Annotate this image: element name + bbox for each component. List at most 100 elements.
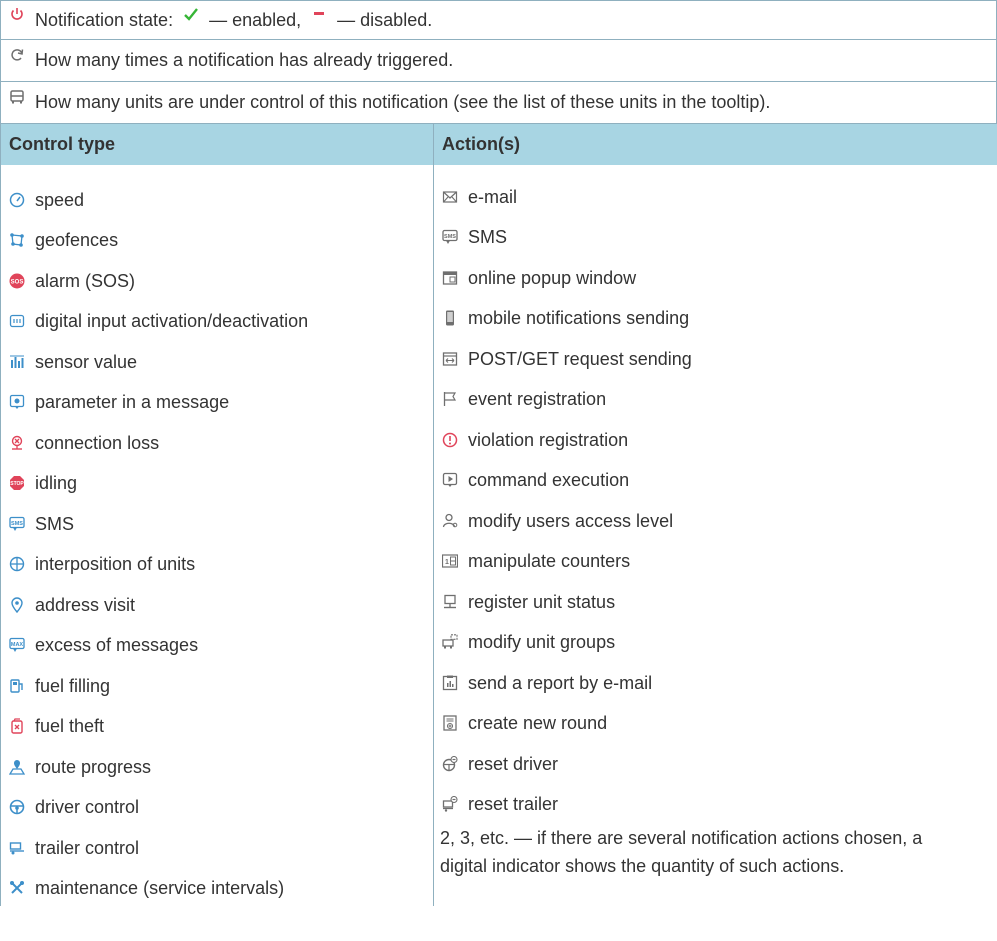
control-item-label: connection loss (35, 432, 160, 453)
sos-icon: SOS (9, 273, 25, 289)
action-item-reset-driver: reset driver (434, 741, 997, 782)
connection-loss-icon (9, 435, 25, 451)
control-item-sos: SOS alarm (SOS) (1, 258, 433, 299)
bus-icon (9, 89, 25, 105)
control-item-excess-messages: MAX excess of messages (1, 623, 433, 664)
action-item-label: modify unit groups (468, 632, 616, 652)
control-item-idling: STOP idling (1, 461, 433, 502)
action-item-label: modify users access level (468, 510, 674, 531)
control-item-address-visit: address visit (1, 582, 433, 623)
action-item-report: send a report by e-mail (434, 660, 997, 701)
control-item-driver-control: driver control (1, 785, 433, 826)
action-item-label: mobile notifications sending (468, 308, 690, 328)
actions-cell: e-mail SMS SMS online popup window mobil… (433, 165, 997, 906)
power-icon (9, 6, 25, 22)
reset-trailer-icon (442, 796, 458, 812)
action-item-event: event registration (434, 377, 997, 418)
map-pin-icon (9, 596, 25, 613)
geofence-icon (9, 232, 25, 248)
unit-status-icon (442, 594, 458, 610)
control-item-maintenance: maintenance (service intervals) (1, 866, 433, 907)
parameter-icon (9, 394, 25, 410)
mobile-icon (442, 310, 458, 326)
action-item-label: command execution (468, 470, 630, 490)
svg-text:SOS: SOS (11, 279, 24, 285)
envelope-icon (442, 189, 458, 205)
legend-row-triggered: How many times a notification has alread… (0, 40, 997, 82)
control-item-label: SMS (35, 513, 75, 534)
control-item-label: route progress (35, 756, 152, 777)
digital-input-icon (9, 313, 25, 329)
control-item-interposition: interposition of units (1, 542, 433, 583)
triggered-text: How many times a notification has alread… (35, 50, 454, 70)
popup-window-icon (442, 270, 458, 286)
action-item-popup: online popup window (434, 255, 997, 296)
control-item-route-progress: route progress (1, 744, 433, 785)
control-item-sms: SMS SMS (1, 501, 433, 542)
action-item-label: violation registration (468, 429, 629, 450)
units-text: How many units are under control of this… (35, 92, 771, 112)
action-item-unit-groups: modify unit groups (434, 620, 997, 661)
state-prefix: Notification state: (35, 9, 174, 30)
control-item-sensor: sensor value (1, 339, 433, 380)
unit-groups-icon (442, 634, 458, 650)
action-item-command: command execution (434, 458, 997, 499)
control-item-label: driver control (35, 797, 140, 817)
route-icon (9, 759, 25, 775)
legend-row-units: How many units are under control of this… (0, 82, 997, 124)
control-item-fuel-filling: fuel filling (1, 663, 433, 704)
action-item-unit-status: register unit status (434, 579, 997, 620)
user-icon (442, 513, 458, 529)
action-item-label: send a report by e-mail (468, 672, 653, 693)
svg-text:SMS: SMS (11, 521, 23, 527)
control-item-label: excess of messages (35, 635, 199, 655)
svg-text:STOP: STOP (10, 481, 24, 487)
control-item-label: maintenance (service intervals) (35, 878, 285, 898)
action-item-reset-trailer: reset trailer (434, 782, 997, 823)
control-item-label: sensor value (35, 351, 138, 372)
action-item-violation: violation registration (434, 417, 997, 458)
action-item-label: reset driver (468, 753, 559, 774)
sms-icon: SMS (442, 229, 458, 245)
actions-header: Action(s) (433, 124, 997, 165)
trailer-icon (9, 840, 25, 856)
action-item-counters: 1 manipulate counters (434, 539, 997, 580)
action-item-email: e-mail (434, 174, 997, 215)
action-item-label: reset trailer (468, 794, 559, 814)
action-item-label: POST/GET request sending (468, 348, 692, 369)
action-item-label: e-mail (468, 186, 518, 207)
wrench-icon (9, 880, 25, 896)
action-item-label: SMS (468, 227, 508, 247)
steering-wheel-icon (9, 799, 25, 815)
counter-icon: 1 (442, 553, 458, 569)
control-item-geofences: geofences (1, 218, 433, 259)
control-item-label: fuel theft (35, 716, 105, 736)
new-round-icon (442, 715, 458, 731)
action-item-request: POST/GET request sending (434, 336, 997, 377)
control-item-fuel-theft: fuel theft (1, 704, 433, 745)
action-item-label: register unit status (468, 591, 616, 612)
control-item-label: digital input activation/deactivation (35, 311, 309, 331)
speedometer-icon (9, 192, 25, 208)
svg-text:SMS: SMS (444, 234, 456, 240)
control-item-connection-loss: connection loss (1, 420, 433, 461)
notification-legend: Notification state: — enabled, — disable… (0, 0, 997, 906)
action-item-label: event registration (468, 389, 607, 409)
sensor-icon (9, 354, 25, 370)
sms-icon: SMS (9, 516, 25, 532)
control-item-speed: speed (1, 177, 433, 218)
flag-icon (442, 391, 458, 407)
max-messages-icon: MAX (9, 637, 25, 653)
interposition-icon (9, 556, 25, 572)
control-type-list: speed geofences SOS alarm (SOS) digital … (1, 165, 433, 906)
report-icon (442, 675, 458, 691)
action-item-label: online popup window (468, 267, 637, 288)
request-icon (442, 351, 458, 367)
control-item-label: interposition of units (35, 554, 196, 574)
actions-count-note: 2, 3, etc. — if there are several notifi… (440, 828, 923, 876)
control-actions-table: Control type Action(s) speed geofences S… (0, 124, 997, 906)
state-disabled-text: — disabled. (337, 9, 433, 30)
action-item-mobile: mobile notifications sending (434, 296, 997, 337)
action-item-label: manipulate counters (468, 551, 631, 571)
control-item-label: speed (35, 189, 85, 210)
